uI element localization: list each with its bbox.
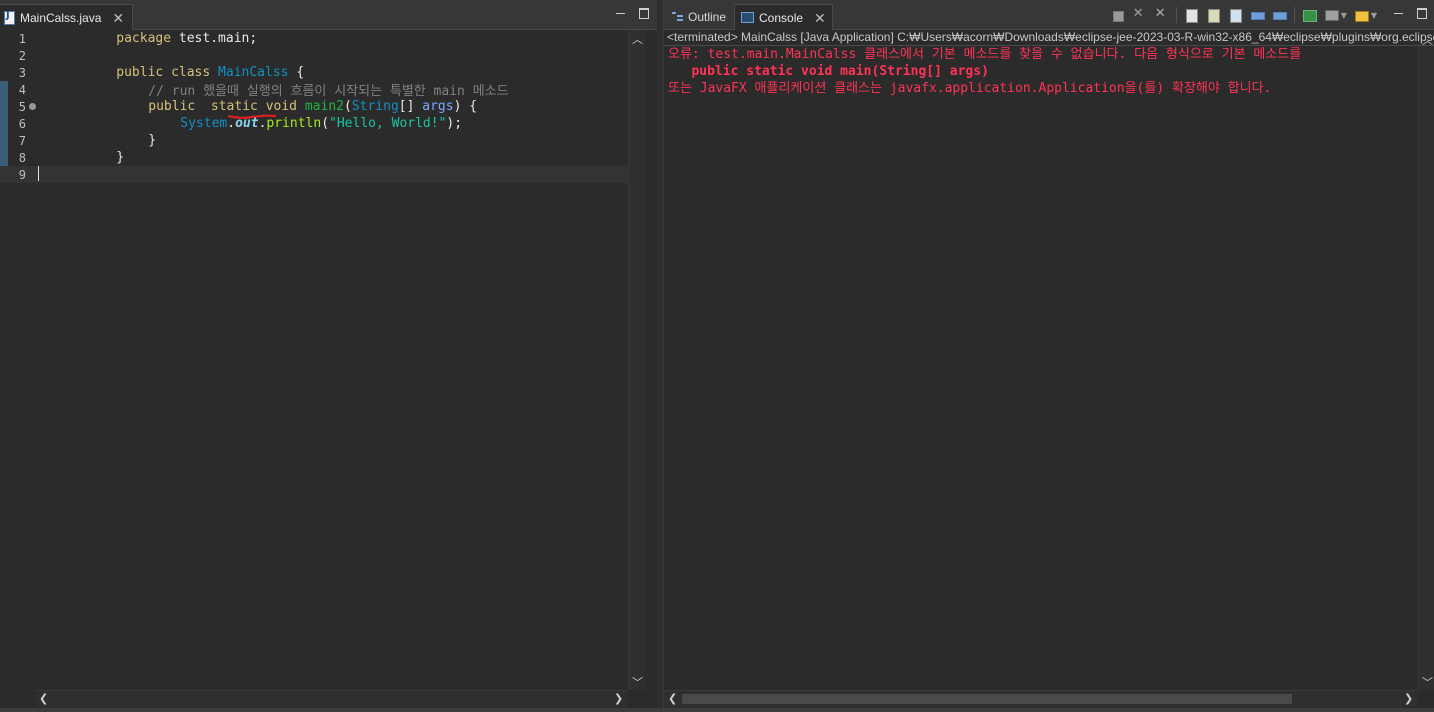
chevron-left-icon[interactable]: ❮: [668, 692, 677, 705]
tab-outline-label: Outline: [688, 9, 727, 24]
chevron-down-icon[interactable]: ﹀: [1422, 674, 1433, 690]
chevron-up-icon[interactable]: ︿: [1422, 32, 1433, 48]
chevron-right-icon[interactable]: ❯: [1404, 692, 1413, 705]
display-console-icon[interactable]: [1324, 8, 1339, 23]
remove-launch-icon[interactable]: [1132, 6, 1147, 23]
console-launch-status: <terminated> MainCalss [Java Application…: [664, 30, 1434, 46]
maximize-icon[interactable]: [1417, 8, 1427, 19]
keyword: package: [116, 31, 172, 46]
string-literal: "Hello, World!": [329, 116, 447, 131]
line-number: 5: [0, 100, 36, 114]
open-console-icon[interactable]: [1302, 8, 1317, 23]
code-text: }: [148, 133, 157, 148]
tab-outline[interactable]: Outline: [666, 4, 732, 29]
maximize-icon[interactable]: [639, 8, 649, 19]
console-horizontal-scrollbar[interactable]: ❮ ❯: [664, 690, 1418, 707]
eclipse-window: MainCalss.java ✕ 1 package test.main; 2 …: [0, 0, 1434, 712]
code-text: .: [227, 116, 236, 131]
chevron-left-icon[interactable]: ❮: [39, 692, 48, 705]
console-pane-controls: [1394, 8, 1427, 19]
toolbar-separator: [1175, 7, 1177, 23]
chevron-down-icon[interactable]: ▼: [1341, 11, 1347, 20]
pin-console-icon[interactable]: [1250, 8, 1265, 23]
window-bottom-edge: [0, 708, 1434, 712]
minimize-icon[interactable]: [1394, 13, 1403, 14]
line-number: 4: [18, 82, 26, 97]
console-toolbar: ▼ ▼: [1110, 6, 1377, 23]
line-number: 2: [18, 48, 26, 63]
chevron-down-icon[interactable]: ▼: [1371, 11, 1377, 20]
console-tabbar: Outline Console ✕ ▼: [664, 0, 1434, 30]
line-number: 7: [18, 133, 26, 148]
close-icon[interactable]: ✕: [814, 11, 826, 25]
console-output-line: public static void main(String[] args): [668, 64, 989, 79]
console-output-line: 또는 JavaFX 애플리케이션 클래스는 javafx.application…: [668, 81, 1272, 96]
method-call: println: [266, 116, 322, 131]
line-number: 6: [18, 116, 26, 131]
code-text: (: [321, 116, 330, 131]
terminate-icon[interactable]: [1110, 8, 1125, 23]
toolbar-separator: [1293, 7, 1295, 23]
code-text: );: [446, 116, 463, 131]
editor-vertical-scrollbar[interactable]: ︿ ﹀: [628, 30, 645, 690]
show-on-output-icon[interactable]: [1228, 8, 1243, 23]
code-line-1[interactable]: 1 package test.main;: [0, 30, 628, 47]
text-caret: [38, 166, 39, 181]
code-line-8[interactable]: 8 }: [0, 149, 628, 166]
code-text: }: [116, 150, 125, 165]
line-number: 1: [18, 31, 26, 46]
tab-console-label: Console: [759, 10, 804, 25]
fold-toggle-icon[interactable]: [29, 102, 36, 110]
console-icon: [741, 12, 754, 23]
code-text: test.main;: [171, 31, 258, 46]
static-field: out: [235, 116, 259, 131]
chevron-right-icon[interactable]: ❯: [614, 692, 623, 705]
scrollbar-thumb[interactable]: [682, 694, 1292, 704]
code-line-9[interactable]: 9: [0, 166, 628, 183]
java-file-icon: [4, 10, 15, 25]
editor-pane: MainCalss.java ✕ 1 package test.main; 2 …: [0, 0, 658, 708]
tab-console[interactable]: Console ✕: [734, 4, 833, 30]
console-pane: Outline Console ✕ ▼: [663, 0, 1434, 708]
console-vertical-scrollbar[interactable]: ︿ ﹀: [1418, 34, 1434, 690]
console-output[interactable]: 오류: test.main.MainCalss 클래스에서 기본 메소드를 찾을…: [664, 46, 1418, 690]
show-on-error-icon[interactable]: [1272, 8, 1287, 23]
word-wrap-icon[interactable]: [1206, 8, 1221, 23]
minimize-icon[interactable]: [616, 13, 625, 14]
console-output-line: 오류: test.main.MainCalss 클래스에서 기본 메소드를 찾을…: [668, 47, 1302, 62]
editor-pane-controls: [616, 8, 649, 19]
scroll-lock-icon[interactable]: [1184, 8, 1199, 23]
editor-horizontal-scrollbar[interactable]: ❮ ❯: [36, 690, 628, 707]
remove-all-icon[interactable]: [1154, 6, 1169, 23]
line-number: 3: [18, 65, 26, 80]
line-number: 8: [18, 150, 26, 165]
new-console-icon[interactable]: [1354, 8, 1369, 23]
chevron-down-icon[interactable]: ﹀: [632, 674, 643, 690]
class-name: System: [180, 116, 228, 131]
chevron-up-icon[interactable]: ︿: [632, 31, 643, 47]
line-number: 9: [18, 167, 26, 182]
code-editor[interactable]: 1 package test.main; 2 3 public class Ma…: [0, 30, 628, 690]
outline-icon: [672, 11, 683, 22]
